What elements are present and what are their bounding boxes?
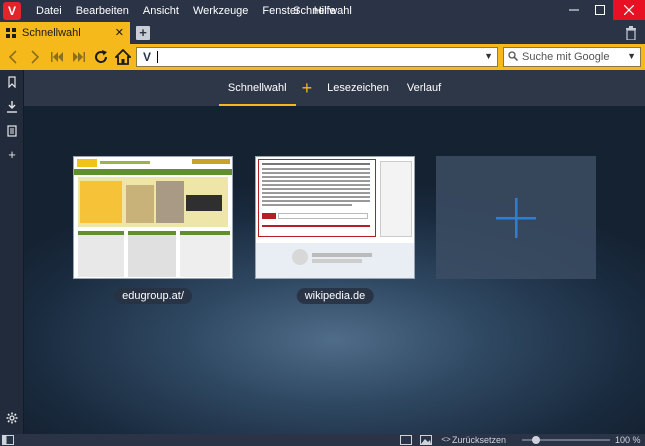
bookmarks-panel-icon[interactable] bbox=[6, 76, 18, 88]
settings-gear-icon[interactable] bbox=[6, 412, 18, 424]
close-window-button[interactable] bbox=[613, 0, 645, 20]
back-arrow-icon bbox=[8, 50, 17, 64]
vivaldi-logo-icon[interactable]: V bbox=[3, 2, 21, 20]
add-web-panel-icon[interactable]: + bbox=[6, 148, 18, 161]
add-speed-dial-button[interactable] bbox=[436, 156, 596, 279]
notes-panel-icon[interactable] bbox=[6, 125, 18, 137]
speed-dial-grid-icon bbox=[6, 28, 16, 38]
text-caret bbox=[157, 51, 158, 63]
home-button[interactable] bbox=[112, 46, 134, 68]
nav-verlauf[interactable]: Verlauf bbox=[398, 70, 450, 106]
tab-bar: Schnellwahl ✕ + bbox=[0, 22, 645, 44]
close-icon bbox=[624, 5, 634, 15]
zoom-slider-handle[interactable] bbox=[532, 436, 540, 444]
speed-dial-page: Schnellwahl + Lesezeichen Verlauf edugro… bbox=[24, 70, 645, 434]
speed-dial-wikipedia[interactable]: wikipedia.de bbox=[255, 156, 415, 304]
maximize-button[interactable] bbox=[587, 0, 613, 20]
fast-forward-icon bbox=[73, 52, 85, 62]
wikipedia-thumbnail bbox=[255, 156, 415, 279]
page-actions-icon[interactable]: <> bbox=[440, 435, 452, 445]
forward-button[interactable] bbox=[24, 46, 46, 68]
reload-icon bbox=[95, 50, 108, 63]
menu-hilfe[interactable]: Hilfe bbox=[307, 0, 343, 22]
side-panel: + bbox=[0, 70, 24, 434]
forward-arrow-icon bbox=[31, 50, 40, 64]
downloads-panel-icon[interactable] bbox=[6, 101, 18, 113]
menu-bearbeiten[interactable]: Bearbeiten bbox=[69, 0, 136, 22]
address-dropdown-icon[interactable]: ▼ bbox=[484, 51, 493, 61]
tab-close-icon[interactable]: ✕ bbox=[115, 26, 124, 39]
menu-werkzeuge[interactable]: Werkzeuge bbox=[186, 0, 255, 22]
tiling-icon[interactable] bbox=[400, 435, 412, 445]
back-button[interactable] bbox=[2, 46, 24, 68]
menu-bar: Datei Bearbeiten Ansicht Werkzeuge Fenst… bbox=[29, 0, 343, 22]
search-field[interactable]: Suche mit Google ▼ bbox=[503, 47, 641, 67]
nav-schnellwahl[interactable]: Schnellwahl bbox=[218, 70, 296, 106]
menu-fenster[interactable]: Fenster bbox=[255, 0, 306, 22]
search-icon bbox=[504, 50, 522, 64]
rewind-button[interactable] bbox=[46, 46, 68, 68]
rewind-icon bbox=[51, 52, 63, 62]
search-engine-dropdown-icon[interactable]: ▼ bbox=[627, 51, 636, 61]
nav-lesezeichen[interactable]: Lesezeichen bbox=[318, 70, 398, 106]
menu-ansicht[interactable]: Ansicht bbox=[136, 0, 186, 22]
new-tab-button[interactable]: + bbox=[136, 26, 150, 40]
dial-label: edugroup.at/ bbox=[114, 288, 192, 304]
speed-dial-edugroup[interactable]: edugroup.at/ bbox=[73, 156, 233, 304]
add-speed-dial-group-icon[interactable]: + bbox=[296, 70, 319, 106]
reload-button[interactable] bbox=[90, 46, 112, 68]
status-bar: <> Zurücksetzen 100 % bbox=[0, 434, 645, 446]
trash-icon[interactable] bbox=[625, 26, 637, 40]
zoom-level: 100 % bbox=[615, 435, 641, 445]
home-icon bbox=[115, 49, 131, 65]
window-controls bbox=[561, 0, 645, 20]
address-field[interactable]: V ▼ bbox=[136, 47, 498, 67]
search-placeholder: Suche mit Google bbox=[522, 51, 610, 63]
minimize-button[interactable] bbox=[561, 0, 587, 20]
toggle-panel-icon[interactable] bbox=[2, 435, 14, 445]
site-info-icon[interactable]: V bbox=[137, 50, 157, 64]
address-toolbar: V ▼ Suche mit Google ▼ bbox=[0, 44, 645, 70]
tab-schnellwahl[interactable]: Schnellwahl ✕ bbox=[0, 22, 130, 44]
minimize-icon bbox=[569, 9, 579, 11]
speed-dial-nav: Schnellwahl + Lesezeichen Verlauf bbox=[24, 70, 645, 106]
plus-icon bbox=[496, 197, 536, 238]
edugroup-thumbnail bbox=[73, 156, 233, 279]
title-bar: V Datei Bearbeiten Ansicht Werkzeuge Fen… bbox=[0, 0, 645, 22]
images-icon[interactable] bbox=[420, 435, 432, 445]
menu-datei[interactable]: Datei bbox=[29, 0, 69, 22]
maximize-icon bbox=[595, 5, 605, 15]
dial-label: wikipedia.de bbox=[296, 288, 374, 304]
zoom-reset-button[interactable]: Zurücksetzen bbox=[452, 434, 506, 446]
fast-forward-button[interactable] bbox=[68, 46, 90, 68]
tab-label: Schnellwahl bbox=[22, 27, 81, 39]
